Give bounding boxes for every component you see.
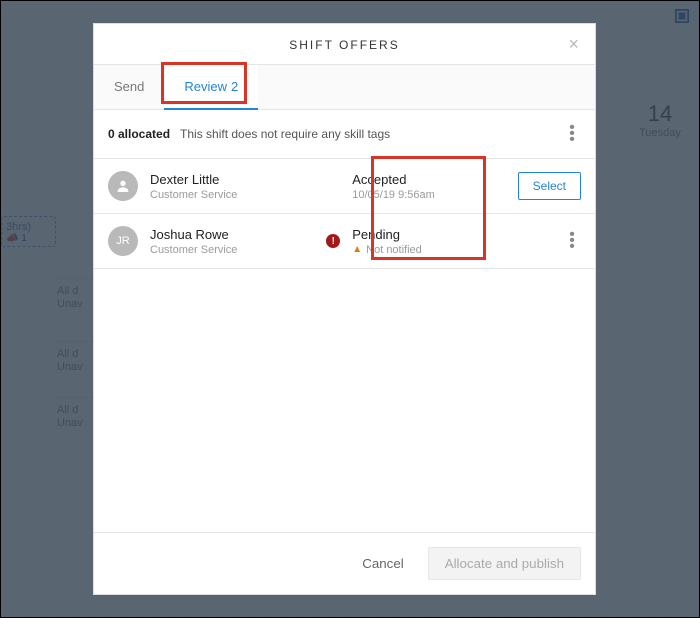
offer-list: Dexter Little Customer Service Accepted …	[94, 159, 595, 532]
row-menu-icon[interactable]: •••	[563, 231, 581, 251]
skill-tag-message: This shift does not require any skill ta…	[180, 127, 390, 141]
alert-column: !	[320, 234, 346, 248]
select-button[interactable]: Select	[518, 172, 581, 200]
allocated-count: 0 allocated	[108, 127, 170, 141]
tab-send[interactable]: Send	[94, 65, 164, 109]
modal-title: SHIFT OFFERS	[289, 38, 399, 52]
status-column: Pending ▲ Not notified	[346, 227, 507, 256]
person-role: Customer Service	[150, 244, 320, 256]
offer-status: Pending	[352, 227, 507, 242]
modal-tabs: Send Review2	[94, 65, 595, 110]
offer-substatus: ▲ Not notified	[352, 244, 507, 256]
modal-header: SHIFT OFFERS ×	[94, 24, 595, 65]
name-column: Dexter Little Customer Service	[150, 172, 320, 201]
offer-substatus: 10/05/19 9:56am	[352, 189, 507, 201]
modal-footer: Cancel Allocate and publish	[94, 532, 595, 594]
offer-row: JR Joshua Rowe Customer Service ! Pendin…	[94, 214, 595, 269]
warning-icon: ▲	[352, 244, 362, 255]
person-role: Customer Service	[150, 189, 320, 201]
avatar-initials: JR	[116, 235, 129, 247]
allocate-publish-button[interactable]: Allocate and publish	[428, 547, 581, 580]
name-column: Joshua Rowe Customer Service	[150, 227, 320, 256]
avatar: JR	[108, 226, 138, 256]
info-menu-icon[interactable]: •••	[563, 124, 581, 144]
allocation-info-row: 0 allocated This shift does not require …	[94, 110, 595, 159]
avatar	[108, 171, 138, 201]
status-column: Accepted 10/05/19 9:56am	[346, 172, 507, 201]
person-name: Joshua Rowe	[150, 227, 320, 242]
close-icon[interactable]: ×	[568, 34, 581, 55]
action-column: Select	[507, 172, 581, 200]
offer-row: Dexter Little Customer Service Accepted …	[94, 159, 595, 214]
shift-offers-modal: SHIFT OFFERS × Send Review2 0 allocated …	[93, 23, 596, 595]
tab-review[interactable]: Review2	[164, 65, 258, 110]
offer-status: Accepted	[352, 172, 507, 187]
person-icon	[115, 178, 131, 194]
alert-icon: !	[326, 234, 340, 248]
person-name: Dexter Little	[150, 172, 320, 187]
cancel-button[interactable]: Cancel	[352, 547, 414, 580]
action-column: •••	[507, 231, 581, 251]
